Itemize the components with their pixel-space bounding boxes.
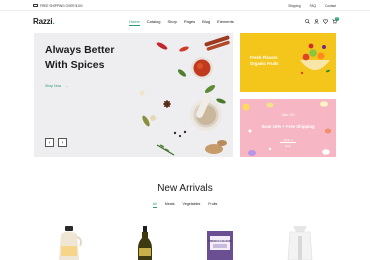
sale-title: Save 15% + Free Shipping	[261, 124, 315, 129]
hero-title-line1: Always Better	[45, 44, 115, 56]
fresh-flavors-banner[interactable]: Fresh Flavors Organic Fruits	[240, 33, 336, 92]
truck-icon	[33, 4, 38, 7]
slider-next-button[interactable]: ›	[58, 138, 67, 147]
product-box-label: FRENCH BLEND	[208, 239, 232, 243]
sale-banner[interactable]: Sale 12h Save 15% + Free Shipping Shop i…	[240, 99, 336, 157]
top-link-shipping[interactable]: Shipping	[288, 4, 300, 8]
header-icons: 0	[305, 17, 339, 24]
tab-meats[interactable]: Meats	[165, 202, 175, 208]
olive-oil-bottle-image[interactable]	[125, 222, 165, 260]
logo-text: Razzi	[33, 17, 53, 26]
shop-it-now-button[interactable]: Shop it Now	[280, 137, 296, 148]
fresh-flavors-text: Fresh Flavors Organic Fruits	[250, 55, 310, 67]
sale-subtitle: Sale 12h	[281, 113, 295, 117]
nav-item-catalog[interactable]: Catalog	[147, 19, 161, 26]
main-header: Razzi. Home Catalog Shop Pages Blog Elem…	[0, 11, 370, 33]
tab-all[interactable]: All	[152, 202, 157, 208]
nav-item-elements[interactable]: Elements	[217, 19, 234, 26]
top-link-faq[interactable]: FAQ	[310, 4, 316, 8]
new-arrivals-title: New Arrivals	[157, 183, 213, 194]
free-shipping-text: FREE SHIPPING OVER $100	[40, 3, 83, 8]
nav-item-home[interactable]: Home	[129, 19, 140, 26]
slider-prev-button[interactable]: ‹	[45, 138, 54, 147]
top-bar: FREE SHIPPING OVER $100 Shipping FAQ Con…	[0, 0, 370, 11]
hero-title-line2: With Spices	[45, 59, 105, 71]
nav-item-pages[interactable]: Pages	[184, 19, 195, 26]
arrivals-tabs: All Meats Vegetables Fruits	[0, 202, 370, 208]
tab-fruits[interactable]: Fruits	[208, 202, 217, 208]
free-shipping-notice: FREE SHIPPING OVER $100	[33, 4, 83, 8]
tab-vegetables[interactable]: Vegetables	[183, 202, 201, 208]
hero-slider: Always Better With Spices Shop Now → ‹ ›	[34, 33, 233, 157]
cart-button[interactable]: 0	[332, 17, 339, 24]
flour-bag-image[interactable]	[280, 222, 320, 260]
maple-syrup-jug-image[interactable]	[50, 222, 90, 260]
nav-item-shop[interactable]: Shop	[167, 19, 176, 26]
arrow-right-small-icon: →	[65, 84, 69, 88]
wishlist-heart-icon[interactable]	[323, 19, 328, 24]
hero-shop-now-link[interactable]: Shop Now →	[45, 84, 69, 88]
nav-item-blog[interactable]: Blog	[202, 19, 210, 26]
hero-link-label: Shop Now	[45, 84, 62, 88]
cart-count-badge: 0	[335, 17, 339, 21]
site-logo[interactable]: Razzi.	[33, 17, 55, 26]
logo-dot: .	[52, 17, 55, 26]
search-icon[interactable]	[305, 19, 310, 24]
arrow-right-icon: ›	[61, 140, 64, 146]
fresh-flavors-line2: Organic Fruits	[250, 61, 279, 66]
top-link-contact[interactable]: Contact	[325, 4, 336, 8]
account-icon[interactable]	[314, 19, 319, 24]
arrow-left-icon: ‹	[48, 140, 51, 146]
main-nav: Home Catalog Shop Pages Blog Elements	[129, 19, 234, 26]
hero-title: Always Better With Spices	[45, 43, 135, 73]
slider-arrows: ‹ ›	[45, 138, 67, 147]
french-blend-tea-box-image[interactable]: FRENCH BLEND	[200, 222, 240, 260]
top-links: Shipping FAQ Contact	[288, 4, 336, 8]
